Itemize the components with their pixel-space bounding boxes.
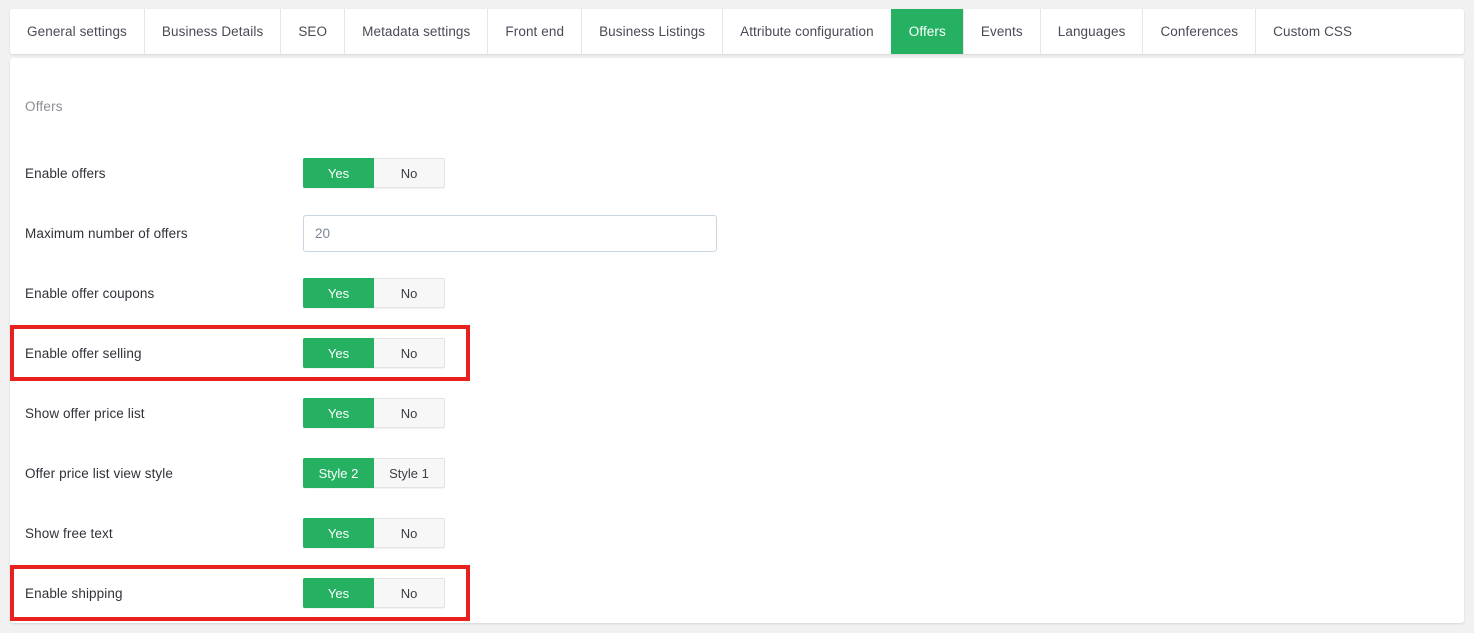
settings-row: Offer price list view style Style 2 Style … bbox=[10, 443, 1464, 503]
setting-control bbox=[303, 214, 717, 252]
offers-settings-card: Offers Enable offers Yes No Maximum number … bbox=[10, 58, 1464, 623]
tab-general-settings[interactable]: General settings bbox=[10, 9, 144, 54]
toggle-option-style-2[interactable]: Style 2 bbox=[303, 458, 374, 488]
setting-label: Enable offer coupons bbox=[25, 285, 155, 301]
toggle-option-no[interactable]: No bbox=[374, 278, 445, 308]
tab-seo[interactable]: SEO bbox=[280, 9, 345, 54]
tab-languages[interactable]: Languages bbox=[1039, 9, 1143, 54]
settings-row: Maximum number of offers bbox=[10, 203, 1464, 263]
setting-label: Show offer price list bbox=[25, 405, 145, 421]
toggle-option-yes[interactable]: Yes bbox=[303, 518, 374, 548]
setting-label: Enable offer selling bbox=[25, 345, 142, 361]
toggle-option-yes[interactable]: Yes bbox=[303, 578, 374, 608]
setting-control: Yes No bbox=[303, 158, 445, 188]
settings-page: General settings Business Details SEO Metad… bbox=[0, 0, 1474, 633]
settings-row: Enable offer coupons Yes No bbox=[10, 263, 1464, 323]
setting-control: Style 2 Style 1 bbox=[303, 458, 445, 488]
setting-label: Show free text bbox=[25, 525, 113, 541]
toggle-group: Yes No bbox=[303, 578, 445, 608]
toggle-option-yes[interactable]: Yes bbox=[303, 158, 374, 188]
toggle-option-yes[interactable]: Yes bbox=[303, 398, 374, 428]
setting-control: Yes No bbox=[303, 278, 445, 308]
setting-label: Enable shipping bbox=[25, 585, 123, 601]
toggle-option-yes[interactable]: Yes bbox=[303, 338, 374, 368]
settings-row: Enable offer selling Yes No bbox=[10, 323, 1464, 383]
tab-attribute-configuration[interactable]: Attribute configuration bbox=[722, 9, 891, 54]
toggle-option-no[interactable]: No bbox=[374, 518, 445, 548]
settings-row: Show free text Yes No bbox=[10, 503, 1464, 563]
settings-row: Show offer price list Yes No bbox=[10, 383, 1464, 443]
toggle-group: Yes No bbox=[303, 158, 445, 188]
toggle-group: Yes No bbox=[303, 338, 445, 368]
setting-label: Maximum number of offers bbox=[25, 225, 188, 241]
toggle-option-no[interactable]: No bbox=[374, 158, 445, 188]
settings-row: Enable offers Yes No bbox=[10, 143, 1464, 203]
setting-control: Yes No bbox=[303, 338, 445, 368]
tab-events[interactable]: Events bbox=[962, 9, 1040, 54]
tab-business-listings[interactable]: Business Listings bbox=[581, 9, 723, 54]
toggle-option-style-1[interactable]: Style 1 bbox=[374, 458, 445, 488]
tab-offers[interactable]: Offers bbox=[890, 9, 963, 54]
toggle-option-no[interactable]: No bbox=[374, 398, 445, 428]
toggle-group: Yes No bbox=[303, 518, 445, 548]
setting-label: Enable offers bbox=[25, 165, 106, 181]
tab-business-details[interactable]: Business Details bbox=[143, 9, 281, 54]
toggle-group: Yes No bbox=[303, 398, 445, 428]
settings-row-list: Enable offers Yes No Maximum number of offe… bbox=[10, 143, 1464, 623]
tab-front-end[interactable]: Front end bbox=[487, 9, 582, 54]
setting-control: Yes No bbox=[303, 518, 445, 548]
settings-tab-bar: General settings Business Details SEO Metad… bbox=[10, 9, 1464, 54]
toggle-option-yes[interactable]: Yes bbox=[303, 278, 374, 308]
tab-metadata-settings[interactable]: Metadata settings bbox=[344, 9, 488, 54]
toggle-option-no[interactable]: No bbox=[374, 338, 445, 368]
section-title: Offers bbox=[25, 99, 63, 114]
toggle-group: Style 2 Style 1 bbox=[303, 458, 445, 488]
setting-control: Yes No bbox=[303, 398, 445, 428]
toggle-option-no[interactable]: No bbox=[374, 578, 445, 608]
settings-row: Enable shipping Yes No bbox=[10, 563, 1464, 623]
setting-control: Yes No bbox=[303, 578, 445, 608]
tab-conferences[interactable]: Conferences bbox=[1142, 9, 1256, 54]
max-offers-input[interactable] bbox=[303, 214, 717, 252]
setting-label: Offer price list view style bbox=[25, 465, 173, 481]
toggle-group: Yes No bbox=[303, 278, 445, 308]
tab-custom-css[interactable]: Custom CSS bbox=[1255, 9, 1370, 54]
